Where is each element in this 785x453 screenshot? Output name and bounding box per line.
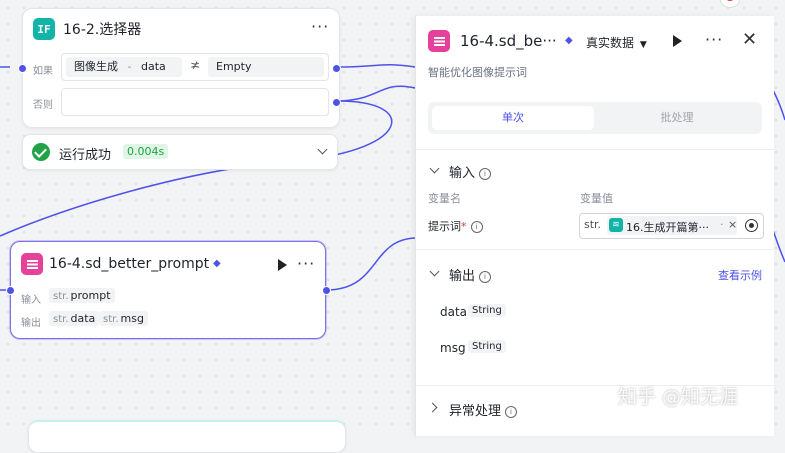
- wire-if-to-panel: [335, 64, 416, 68]
- data-mode-select[interactable]: 真实数据 ▼: [586, 34, 647, 51]
- clear-ref-icon[interactable]: ×: [728, 218, 737, 231]
- panel-verified-icon: ◆: [565, 35, 573, 46]
- error-info-icon: i: [505, 406, 518, 418]
- condition-left-operand[interactable]: 图像生成 - data: [66, 57, 182, 77]
- input-info-icon: i: [479, 168, 492, 180]
- prompt-output-port[interactable]: [322, 286, 331, 295]
- run-status-text: 运行成功: [59, 148, 112, 163]
- prompt-input-var: str. prompt: [49, 288, 115, 303]
- prompt-output-label: 输出: [21, 318, 41, 329]
- run-status-bar[interactable]: 运行成功 0.004s: [22, 134, 338, 170]
- selector-input-port[interactable]: [18, 64, 27, 73]
- wire-prompt-out: [325, 237, 416, 291]
- output-section-title: 输出 i: [449, 265, 492, 284]
- watermark: 知乎 @知无涯: [618, 386, 739, 408]
- prompt-input-port[interactable]: [6, 286, 15, 295]
- condition-right-operand[interactable]: Empty: [208, 57, 324, 77]
- variable-picker-icon[interactable]: [745, 219, 758, 232]
- if-node-icon: IF: [33, 18, 55, 40]
- panel-subtitle: 智能优化图像提示词: [428, 66, 527, 79]
- selector-node[interactable]: IF 16-2.选择器 ··· 如果 图像生成 - data ≭ Empty 否…: [18, 8, 341, 128]
- output-info-icon: i: [479, 271, 492, 283]
- plugin-node-icon: [21, 253, 43, 275]
- selector-more-icon[interactable]: ···: [311, 17, 329, 36]
- if-label: 如果: [33, 66, 53, 77]
- mode-tabs: 单次 批处理: [428, 102, 762, 134]
- else-label: 否则: [33, 100, 53, 111]
- col-value-header: 变量值: [580, 192, 613, 205]
- wire-else-to-panel: [335, 85, 416, 102]
- prompt-node[interactable]: 16-4.sd_better_prompt ◆ ··· 输入 str. promp…: [6, 241, 331, 339]
- verified-shield-icon: ◆: [213, 258, 221, 269]
- selector-node-title: 16-2.选择器: [63, 22, 142, 38]
- if-output-port[interactable]: [332, 64, 341, 73]
- var-type-tag: str.: [584, 218, 602, 231]
- panel-more-icon[interactable]: ···: [705, 30, 723, 49]
- tab-batch[interactable]: 批处理: [596, 106, 758, 130]
- else-output-port[interactable]: [332, 98, 341, 107]
- wire-panel-right-2: [772, 229, 785, 263]
- var-ref-chip[interactable]: ≋ 16.生成开篇第··· · ×: [607, 216, 737, 235]
- success-check-icon: [32, 143, 50, 161]
- input-section-title: 输入 i: [449, 162, 492, 181]
- input-collapse-chevron-icon[interactable]: [429, 163, 440, 174]
- var-info-icon: i: [470, 221, 483, 233]
- wire-panel-right: [772, 89, 785, 121]
- if-condition-box[interactable]: 图像生成 - data ≭ Empty: [61, 53, 329, 81]
- output-collapse-chevron-icon[interactable]: [429, 266, 440, 277]
- prompt-node-title: 16-4.sd_better_prompt: [49, 256, 210, 272]
- prompt-input-label: 输入: [21, 295, 41, 306]
- panel-run-play-icon[interactable]: [673, 35, 682, 47]
- tab-single[interactable]: 单次: [432, 106, 594, 130]
- output-data-type: String: [468, 304, 506, 317]
- error-section-title[interactable]: 异常处理 i: [449, 400, 518, 419]
- var-prompt-label: 提示词* i: [428, 218, 483, 234]
- var-value-field[interactable]: str. ≋ 16.生成开篇第··· · ×: [579, 213, 764, 239]
- view-example-link[interactable]: 查看示例: [718, 267, 762, 283]
- expand-chevron-down-icon[interactable]: [317, 144, 328, 155]
- run-time-badge: 0.004s: [123, 144, 169, 159]
- col-name-header: 变量名: [428, 192, 461, 205]
- else-branch-box[interactable]: [61, 88, 329, 116]
- divider-2: [416, 249, 774, 250]
- output-msg-type: String: [468, 340, 506, 353]
- prompt-more-icon[interactable]: ···: [297, 254, 315, 273]
- output-data-name: data: [440, 305, 468, 319]
- prompt-output-msg: str. msg: [99, 311, 148, 326]
- divider-1: [416, 149, 774, 150]
- panel-close-icon[interactable]: ✕: [742, 29, 757, 50]
- prompt-output-data: str. data: [49, 311, 100, 326]
- condition-operator[interactable]: ≭: [190, 58, 200, 72]
- node-detail-panel: 16-4.sd_be··· ◆ 真实数据 ▼ ··· ✕ 智能优化图像提示词 单…: [415, 16, 774, 436]
- output-msg-name: msg: [440, 341, 466, 355]
- dropdown-caret-icon: ▼: [639, 40, 647, 50]
- panel-plugin-icon: [428, 30, 450, 52]
- layers-icon: ≋: [609, 218, 623, 232]
- partial-node-bottom[interactable]: [28, 420, 346, 453]
- run-play-icon[interactable]: [278, 259, 287, 271]
- panel-title: 16-4.sd_be···: [460, 32, 557, 50]
- error-expand-chevron-icon[interactable]: [427, 402, 438, 413]
